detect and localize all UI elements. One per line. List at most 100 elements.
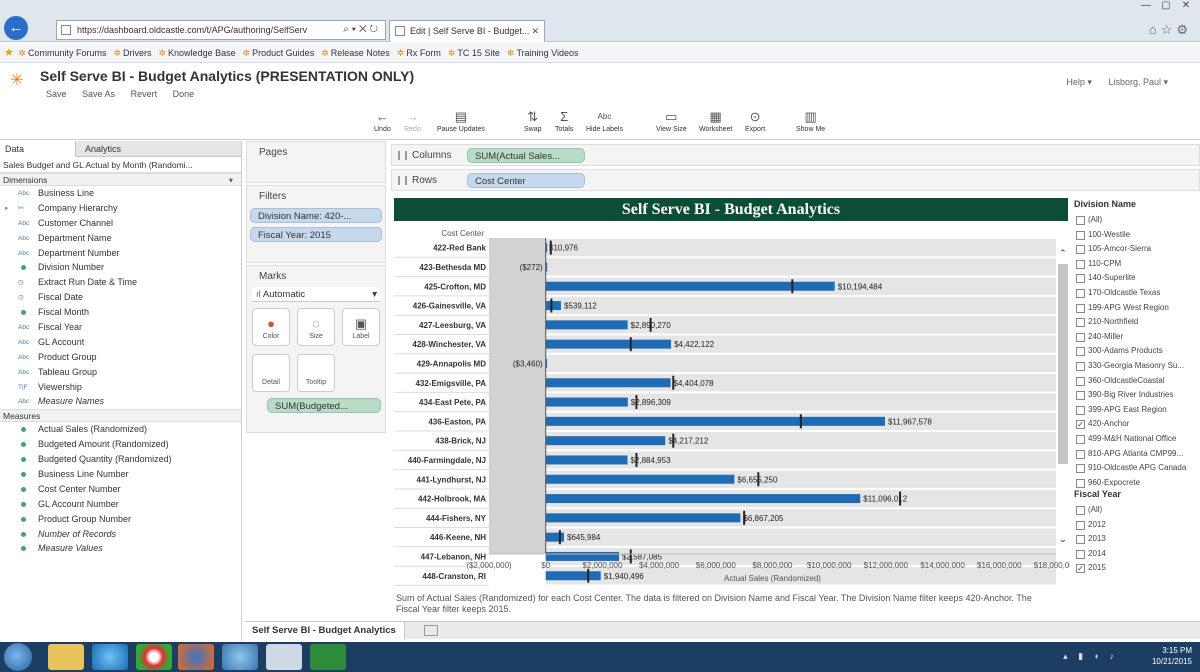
swap-button[interactable]: ⇅ Swap bbox=[524, 108, 542, 133]
checkbox-icon[interactable] bbox=[1076, 332, 1085, 342]
measure-field[interactable]: GL Account Number bbox=[0, 497, 241, 512]
filter-option[interactable]: 2012 bbox=[1074, 518, 1198, 533]
checkbox-icon[interactable] bbox=[1076, 216, 1085, 225]
checkbox-icon[interactable] bbox=[1076, 478, 1085, 488]
dimension-field[interactable]: Abc Business Line bbox=[0, 186, 241, 201]
checkbox-icon[interactable] bbox=[1076, 391, 1085, 401]
user-name[interactable]: Lisborg, Paul ▾ bbox=[1108, 77, 1168, 87]
favorite-link[interactable]: ✲ Release Notes bbox=[321, 43, 390, 63]
minimize-icon[interactable]: — bbox=[1136, 0, 1156, 11]
worksheet-button[interactable]: ▦ Worksheet bbox=[699, 108, 732, 133]
bar[interactable] bbox=[545, 301, 561, 311]
favorite-link[interactable]: ✲ Community Forums bbox=[18, 43, 106, 63]
bar[interactable] bbox=[545, 378, 671, 388]
bar[interactable] bbox=[545, 397, 628, 407]
bar[interactable] bbox=[545, 532, 565, 542]
tableau-app-icon[interactable] bbox=[266, 644, 302, 670]
filter-option[interactable]: (All) bbox=[1074, 213, 1198, 228]
scroll-down-icon[interactable]: ⌄ bbox=[1056, 534, 1070, 545]
filter-option[interactable]: 2014 bbox=[1074, 547, 1198, 562]
totals-button[interactable]: Σ Totals bbox=[555, 108, 573, 133]
redo-button[interactable]: → Redo bbox=[404, 108, 421, 133]
view-size-button[interactable]: ▭ View Size bbox=[656, 108, 687, 133]
pages-card[interactable]: Pages bbox=[246, 141, 386, 183]
save-button[interactable]: Save bbox=[46, 89, 67, 99]
dimension-field[interactable]: T|F Viewership bbox=[0, 380, 241, 395]
mark-type-dropdown[interactable]: ıl Automatic ▾ bbox=[252, 287, 380, 302]
color-button[interactable]: ● Color bbox=[252, 308, 290, 346]
checkbox-icon[interactable] bbox=[1076, 347, 1085, 357]
checkbox-icon[interactable] bbox=[1076, 535, 1085, 545]
dimension-field[interactable]: Abc Fiscal Year bbox=[0, 320, 241, 335]
checkbox-icon[interactable] bbox=[1076, 318, 1085, 328]
filter-option[interactable]: 390-Big River Industries bbox=[1074, 388, 1198, 403]
checkbox-icon[interactable] bbox=[1076, 520, 1085, 530]
dimension-field[interactable]: Abc Customer Channel bbox=[0, 216, 241, 231]
dimension-field[interactable]: Abc GL Account bbox=[0, 335, 241, 350]
hide-labels-button[interactable]: Abc Hide Labels bbox=[586, 108, 623, 133]
checkbox-icon[interactable] bbox=[1076, 506, 1085, 515]
favorite-link[interactable]: ✲ Drivers bbox=[113, 43, 151, 63]
sheet-tab-active[interactable]: Self Serve BI - Budget Analytics bbox=[244, 622, 405, 640]
bar-chart[interactable]: Cost Center 422-Red Bank $10,976 423-Bethes… bbox=[394, 224, 1079, 625]
checkbox-checked-icon[interactable]: ✓ bbox=[1076, 564, 1085, 574]
internet-explorer-icon[interactable] bbox=[92, 644, 128, 670]
measure-field[interactable]: Number of Records bbox=[0, 527, 241, 542]
bar[interactable] bbox=[545, 339, 672, 349]
bar[interactable] bbox=[545, 551, 620, 561]
dimension-field[interactable]: Abc Product Group bbox=[0, 350, 241, 365]
save-as-button[interactable]: Save As bbox=[82, 89, 115, 99]
close-window-icon[interactable]: ✕ bbox=[1176, 0, 1196, 11]
firefox-icon[interactable] bbox=[178, 644, 214, 670]
favorites-star-icon[interactable]: ★ bbox=[4, 47, 14, 59]
browser-tab[interactable]: Edit | Self Serve BI - Budget... ✕ bbox=[389, 20, 545, 42]
bar[interactable] bbox=[545, 571, 601, 581]
measure-field[interactable]: Product Group Number bbox=[0, 512, 241, 527]
dimension-field[interactable]: Abc Department Number bbox=[0, 246, 241, 261]
filter-option[interactable]: ✓ 420-Anchor bbox=[1074, 417, 1198, 432]
address-bar[interactable]: https://dashboard.oldcastle.com/t/APG/au… bbox=[56, 20, 386, 40]
filter-option[interactable]: 105-Amcor-Sierra bbox=[1074, 242, 1198, 257]
checkbox-icon[interactable] bbox=[1076, 274, 1085, 284]
excel-icon[interactable] bbox=[310, 644, 346, 670]
checkbox-icon[interactable] bbox=[1076, 361, 1085, 371]
filter-option[interactable]: 2013 bbox=[1074, 532, 1198, 547]
filter-pill-division[interactable]: Division Name: 420-... bbox=[250, 208, 382, 223]
size-button[interactable]: ◌ Size bbox=[297, 308, 335, 346]
filter-pill-fiscal-year[interactable]: Fiscal Year: 2015 bbox=[250, 227, 382, 242]
label-button[interactable]: ▣ Label bbox=[342, 308, 380, 346]
bar[interactable] bbox=[545, 436, 666, 446]
checkbox-icon[interactable] bbox=[1076, 549, 1085, 559]
export-button[interactable]: ⊙ Export bbox=[745, 108, 765, 133]
close-tab-icon[interactable]: ✕ bbox=[531, 21, 539, 41]
checkbox-icon[interactable] bbox=[1076, 464, 1085, 474]
detail-button[interactable]: Detail bbox=[252, 354, 290, 392]
measure-field[interactable]: Business Line Number bbox=[0, 467, 241, 482]
filter-option[interactable]: 110-CPM bbox=[1074, 257, 1198, 272]
dimension-field[interactable]: Abc Department Name bbox=[0, 231, 241, 246]
file-explorer-icon[interactable] bbox=[48, 644, 84, 670]
browser-icons[interactable]: ⌂☆⚙ bbox=[1149, 22, 1192, 38]
bar[interactable] bbox=[545, 455, 628, 465]
chrome-icon[interactable] bbox=[136, 644, 172, 670]
system-tray-icons[interactable]: ▴ ▮ ◖ ♪ bbox=[1063, 651, 1118, 662]
checkbox-checked-icon[interactable]: ✓ bbox=[1076, 420, 1085, 430]
tab-analytics[interactable]: Analytics bbox=[80, 141, 240, 157]
undo-button[interactable]: ← Undo bbox=[374, 108, 391, 133]
dimension-field[interactable]: Abc Tableau Group bbox=[0, 365, 241, 380]
search-refresh-icons[interactable]: ⌕▾✕↻ bbox=[343, 21, 381, 39]
dimension-field[interactable]: ◷ Extract Run Date & Time bbox=[0, 275, 241, 290]
filter-option[interactable]: 170-Oldcastle Texas bbox=[1074, 286, 1198, 301]
dimension-field[interactable]: ◷ Fiscal Date bbox=[0, 290, 241, 305]
checkbox-icon[interactable] bbox=[1076, 245, 1085, 255]
filter-option[interactable]: 910-Oldcastle APG Canada bbox=[1074, 461, 1198, 476]
filter-option[interactable]: 240-Miller bbox=[1074, 330, 1198, 345]
bar[interactable] bbox=[545, 474, 735, 484]
bar[interactable] bbox=[545, 320, 628, 330]
app-icon[interactable] bbox=[222, 644, 258, 670]
checkbox-icon[interactable] bbox=[1076, 376, 1085, 386]
checkbox-icon[interactable] bbox=[1076, 434, 1085, 444]
bar[interactable] bbox=[545, 494, 861, 504]
tooltip-button[interactable]: Tooltip bbox=[297, 354, 335, 392]
done-button[interactable]: Done bbox=[173, 89, 195, 99]
